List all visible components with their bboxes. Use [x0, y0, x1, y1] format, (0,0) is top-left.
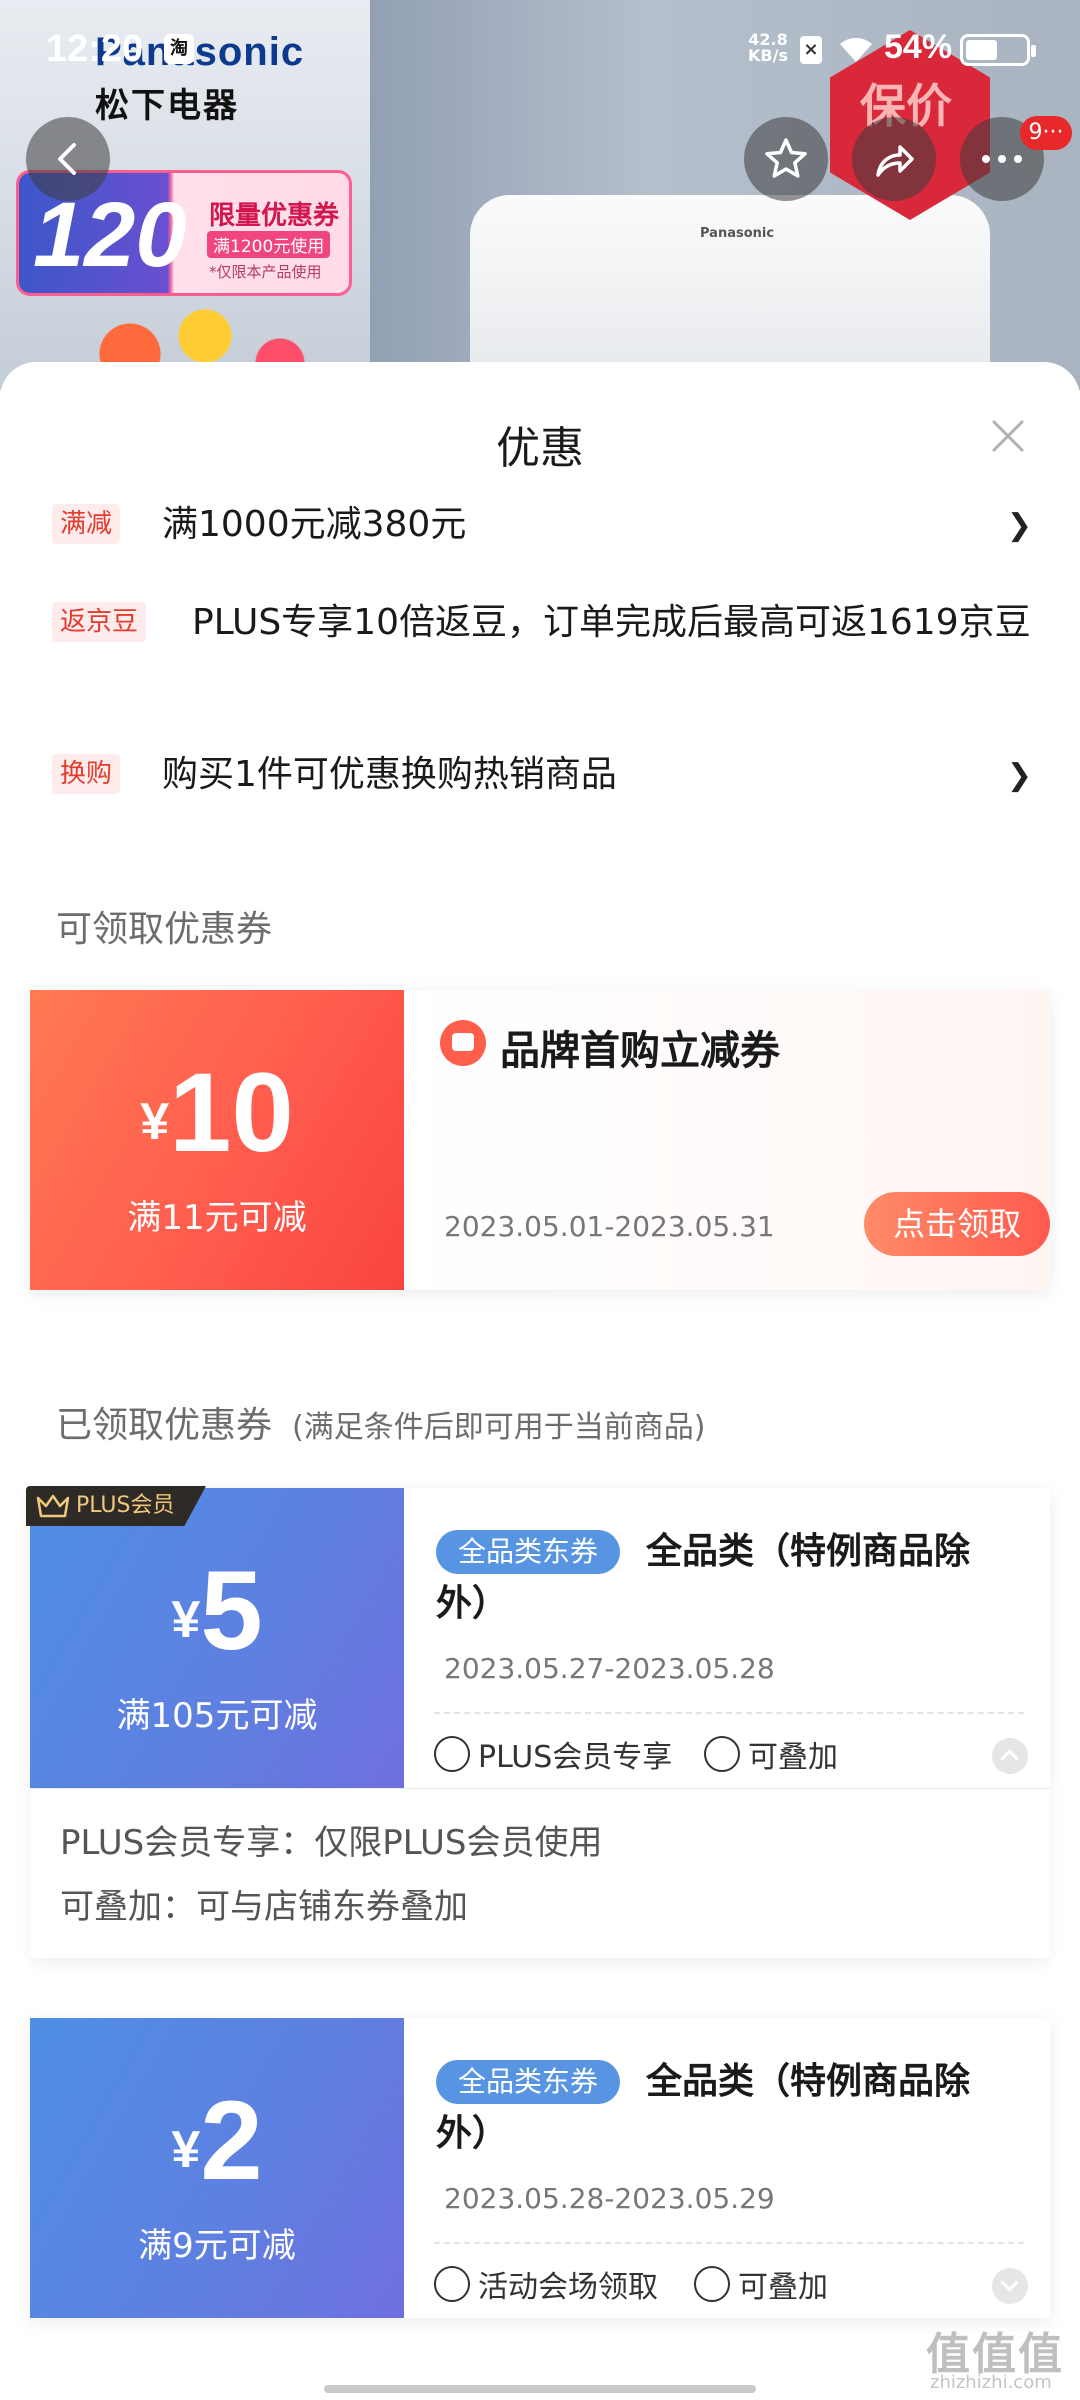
detail-line: 可叠加：可与店铺东券叠加	[60, 1887, 468, 1927]
promo-tag: 满减	[52, 504, 121, 544]
claimable-section-title: 可领取优惠券	[56, 909, 273, 950]
net-speed-unit: KB/s	[748, 46, 788, 65]
feature-stackable: 可叠加	[694, 2262, 828, 2306]
feature-label: 活动会场领取	[478, 2270, 658, 2305]
plus-member-badge: PLUS会员	[26, 1486, 206, 1526]
feature-label: 可叠加	[748, 1740, 838, 1775]
status-bar: 12:20 淘 42.8 KB/s × 54%	[0, 0, 1080, 100]
promo-tag: 换购	[52, 754, 121, 794]
ticket-icon	[434, 2266, 470, 2302]
feature-plus-only: PLUS会员专享	[434, 1732, 672, 1776]
currency-symbol: ¥	[171, 2121, 201, 2179]
network-speed: 42.8 KB/s	[748, 32, 788, 64]
amount-value: 5	[200, 1548, 263, 1673]
detail-line: PLUS会员专享：仅限PLUS会员使用	[60, 1823, 603, 1863]
crown-icon	[36, 1494, 70, 1518]
feature-label: PLUS会员专享	[478, 1740, 673, 1775]
expand-toggle[interactable]	[992, 2268, 1028, 2304]
claimed-coupon: ¥5 满105元可减 PLUS会员 全品类东券 全品类（特例商品除外） 2023…	[26, 1486, 1050, 1788]
plus-badge-label: PLUS会员	[76, 1493, 175, 1518]
promo-row-discount[interactable]: 满减 满1000元减380元 ❯	[52, 504, 1032, 564]
coupon-info-panel: 全品类东券 全品类（特例商品除外） 2023.05.28-2023.05.29 …	[404, 2018, 1050, 2318]
coupon-value-panel: ¥10 满11元可减	[30, 990, 404, 1290]
promo-row-exchange[interactable]: 换购 购买1件可优惠换购热销商品 ❯	[52, 754, 1032, 814]
close-icon[interactable]	[984, 412, 1032, 460]
stack-icon	[704, 1736, 740, 1772]
no-sim-icon: ×	[800, 36, 822, 64]
coupon-scope: 全品类（特例商品除外）	[436, 2061, 971, 2154]
battery-fill	[966, 40, 997, 60]
crown-icon	[434, 1736, 470, 1772]
claimed-subtitle: (满足条件后即可用于当前商品)	[292, 1410, 706, 1445]
back-button[interactable]	[26, 117, 110, 201]
feature-stackable: 可叠加	[704, 1732, 838, 1776]
shop-bag-icon	[440, 1020, 486, 1066]
currency-symbol: ¥	[171, 1591, 201, 1649]
divider	[434, 2242, 1024, 2244]
star-icon	[765, 138, 807, 178]
coupon-date: 2023.05.28-2023.05.29	[444, 2182, 775, 2215]
coupon-condition: 满9元可减	[138, 2226, 296, 2266]
feature-venue: 活动会场领取	[434, 2262, 658, 2306]
amount-value: 2	[200, 2078, 263, 2203]
promo-sub: 满1200元使用	[207, 231, 331, 258]
promo-text: 满1000元减380元	[162, 504, 467, 545]
share-button[interactable]	[852, 117, 936, 201]
coupon-name: 品牌首购立减券	[500, 1028, 780, 1074]
chevron-right-icon: ❯	[1006, 758, 1032, 793]
promo-text: PLUS专享10倍返豆，订单完成后最高可返1619京豆	[192, 602, 1031, 643]
coupon-condition: 满105元可减	[116, 1696, 318, 1736]
coupon-detail-panel: PLUS会员专享：仅限PLUS会员使用 可叠加：可与店铺东券叠加	[30, 1788, 1050, 1958]
clock: 12:20	[46, 28, 144, 70]
promo-tag: 返京豆	[52, 602, 147, 642]
wifi-icon	[840, 37, 872, 62]
chevron-left-icon	[58, 143, 76, 175]
coupon-amount: ¥5	[30, 1546, 404, 1675]
stack-icon	[694, 2266, 730, 2302]
claimed-coupon: ¥2 满9元可减 全品类东券 全品类（特例商品除外） 2023.05.28-20…	[30, 2018, 1050, 2318]
amount-value: 10	[169, 1050, 294, 1175]
divider	[434, 1712, 1024, 1714]
coupon-scope: 全品类（特例商品除外）	[436, 1531, 971, 1624]
collapse-toggle[interactable]	[992, 1738, 1028, 1774]
claimed-title-text: 已领取优惠券	[56, 1405, 273, 1446]
coupon-info-panel: 全品类东券 全品类（特例商品除外） 2023.05.27-2023.05.28 …	[404, 1488, 1050, 1788]
coupon-amount: ¥2	[30, 2076, 404, 2205]
home-indicator[interactable]	[324, 2385, 756, 2393]
coupon-date: 2023.05.01-2023.05.31	[444, 1210, 775, 1243]
favorite-button[interactable]	[744, 117, 828, 201]
feature-label: 可叠加	[738, 2270, 828, 2305]
product-brand-label: Panasonic	[700, 226, 775, 241]
taobao-notification-icon: 淘	[164, 34, 194, 64]
site-watermark-url: zhizhizhi.com	[930, 2372, 1052, 2393]
currency-symbol: ¥	[140, 1093, 170, 1151]
promo-note: *仅限本产品使用	[209, 263, 322, 281]
message-count-badge: 9···	[1020, 116, 1072, 150]
promo-text: 购买1件可优惠换购热销商品	[162, 754, 617, 795]
promo-row-jingdou: 返京豆 PLUS专享10倍返豆，订单完成后最高可返1619京豆	[52, 602, 1032, 712]
coupon-date: 2023.05.27-2023.05.28	[444, 1652, 775, 1685]
coupon-info-panel: 品牌首购立减券 2023.05.01-2023.05.31 点击领取	[404, 990, 1050, 1290]
share-icon	[876, 145, 914, 177]
claim-button[interactable]: 点击领取	[864, 1192, 1050, 1256]
claimed-section-title: 已领取优惠券 (满足条件后即可用于当前商品)	[56, 1396, 705, 1448]
coupon-value-panel: ¥5 满105元可减	[30, 1488, 404, 1788]
sheet-title: 优惠	[496, 423, 584, 474]
coupon-amount: ¥10	[30, 1048, 404, 1177]
battery-percent: 54%	[884, 28, 953, 66]
battery-icon	[960, 34, 1036, 66]
promo-title: 限量优惠券	[209, 201, 340, 231]
promotions-sheet: 优惠 满减 满1000元减380元 ❯ 返京豆 PLUS专享10倍返豆，订单完成…	[0, 362, 1080, 2400]
more-dots-icon	[982, 155, 1022, 163]
coupon-value-panel: ¥2 满9元可减	[30, 2018, 404, 2318]
product-image	[470, 195, 990, 390]
coupon-condition: 满11元可减	[127, 1198, 307, 1238]
claimable-coupon: ¥10 满11元可减 品牌首购立减券 2023.05.01-2023.05.31…	[30, 990, 1050, 1290]
chevron-right-icon: ❯	[1006, 508, 1032, 543]
